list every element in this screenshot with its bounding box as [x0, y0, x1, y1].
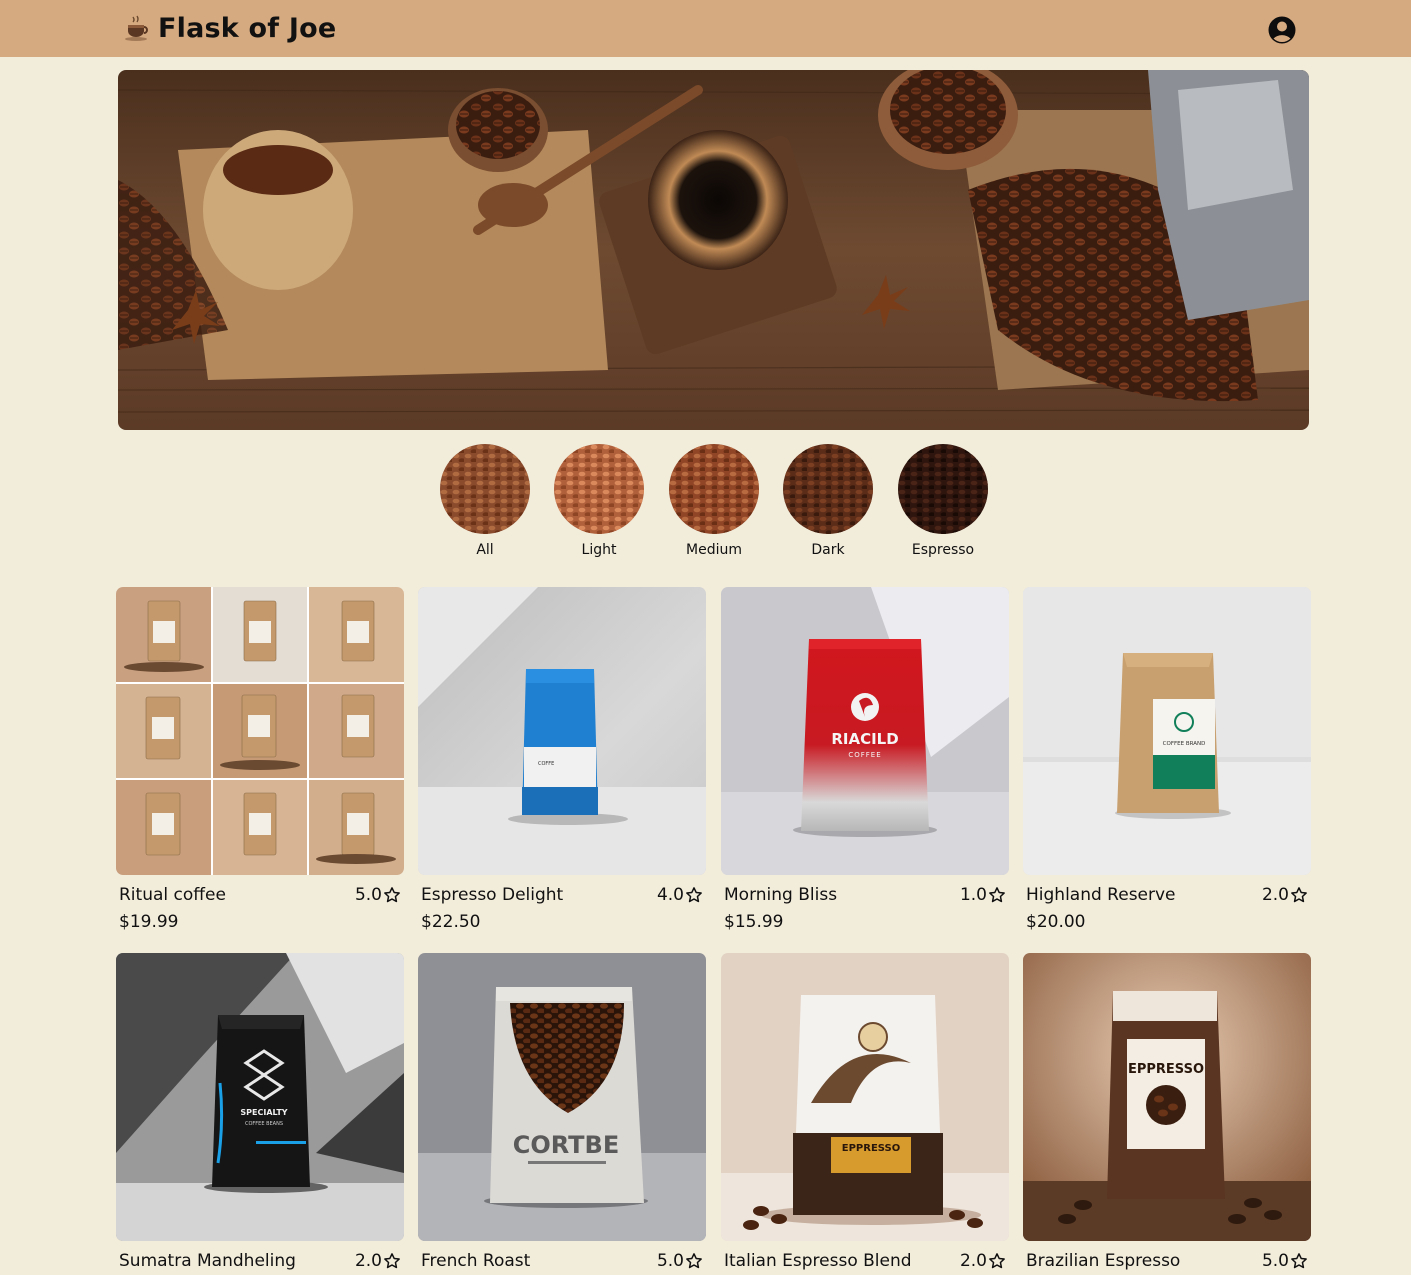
product-image-wave-bag: EPPRESSO [721, 953, 1009, 1241]
product-rating: 5.0 [1262, 1251, 1308, 1271]
product-card[interactable]: EPPRESSO Brazilian Espresso 5.0 [1023, 953, 1311, 1272]
product-name: Sumatra Mandheling [119, 1251, 296, 1271]
product-name: Brazilian Espresso [1026, 1251, 1181, 1271]
product-info-row: Morning Bliss 1.0 [721, 884, 1009, 906]
rating-value: 5.0 [656, 1251, 684, 1271]
roast-filter-bar: All Light Medium Dark Espresso [440, 444, 988, 560]
product-card[interactable]: Ritual coffee 5.0 $19.99 [116, 587, 404, 932]
product-rating: 4.0 [657, 885, 703, 905]
product-card[interactable]: CORTBE French Roast 5.0 [418, 953, 706, 1272]
product-image-brown-bag: EPPRESSO [1023, 953, 1311, 1241]
roast-filter-label: Dark [811, 542, 845, 558]
roast-filter-label: Espresso [911, 542, 975, 558]
product-card[interactable]: RIACILD COFFEE Morning Bliss 1.0 $15.99 [721, 587, 1009, 932]
product-info-row: Brazilian Espresso 5.0 [1023, 1250, 1311, 1272]
product-price: $19.99 [119, 912, 179, 932]
roast-filter-dark[interactable]: Dark [783, 444, 873, 558]
bag-label: EPPRESSO [1128, 1062, 1204, 1077]
product-card[interactable]: COFFE Espresso Delight 4.0 $22.50 [418, 587, 706, 932]
bag-label: COFFEE BRAND [1163, 741, 1206, 747]
star-icon [383, 886, 401, 904]
rating-value: 2.0 [354, 1251, 382, 1271]
star-icon [685, 1252, 703, 1270]
roast-filter-light[interactable]: Light [554, 444, 644, 558]
product-info-row: Highland Reserve 2.0 [1023, 884, 1311, 906]
product-image-red-bag: RIACILD COFFEE [721, 587, 1009, 875]
coffee-cup-icon [122, 13, 152, 43]
star-icon [383, 1252, 401, 1270]
rating-value: 1.0 [959, 885, 987, 905]
roast-dark-image [783, 444, 873, 534]
product-rating: 5.0 [657, 1251, 703, 1271]
product-info-row: Espresso Delight 4.0 [418, 884, 706, 906]
top-bar: Flask of Joe [0, 0, 1411, 57]
bag-label: CORTBE [513, 1131, 619, 1159]
product-image-black-bag: SPECIALTY COFFEE BEANS [116, 953, 404, 1241]
roast-filter-label: All [476, 542, 494, 558]
product-card[interactable]: EPPRESSO Italian Espresso Blend 2.0 [721, 953, 1009, 1272]
star-icon [685, 886, 703, 904]
product-price: $22.50 [421, 912, 481, 932]
product-price: $20.00 [1026, 912, 1086, 932]
product-image-kraft-green-bag: COFFEE BRAND [1023, 587, 1311, 875]
rating-value: 2.0 [959, 1251, 987, 1271]
coffee-beans-hero-image [118, 70, 1309, 430]
rating-value: 2.0 [1261, 885, 1289, 905]
roast-espresso-image [898, 444, 988, 534]
product-image-blue-bag: COFFE [418, 587, 706, 875]
rating-value: 4.0 [656, 885, 684, 905]
roast-filter-all[interactable]: All [440, 444, 530, 558]
roast-light-image [554, 444, 644, 534]
bag-label: COFFE [538, 761, 554, 767]
product-image-white-bag-window: CORTBE [418, 953, 706, 1241]
product-info-row: French Roast 5.0 [418, 1250, 706, 1272]
product-info-row: Ritual coffee 5.0 [116, 884, 404, 906]
roast-filter-label: Light [581, 542, 617, 558]
user-circle-icon[interactable] [1267, 15, 1297, 45]
product-price: $15.99 [724, 912, 784, 932]
product-info-row: Italian Espresso Blend 2.0 [721, 1250, 1009, 1272]
product-rating: 2.0 [355, 1251, 401, 1271]
bag-label: RIACILD [831, 730, 898, 748]
product-rating: 1.0 [960, 885, 1006, 905]
star-icon [1290, 1252, 1308, 1270]
product-name: Morning Bliss [724, 885, 838, 905]
product-info-row: Sumatra Mandheling 2.0 [116, 1250, 404, 1272]
roast-filter-medium[interactable]: Medium [669, 444, 759, 558]
product-name: Espresso Delight [421, 885, 564, 905]
star-icon [988, 886, 1006, 904]
bag-label: EPPRESSO [842, 1143, 900, 1154]
bag-label: SPECIALTY [240, 1108, 287, 1117]
product-card[interactable]: SPECIALTY COFFEE BEANS Sumatra Mandhelin… [116, 953, 404, 1272]
product-image-grid-of-bags [116, 587, 404, 875]
product-name: Ritual coffee [119, 885, 226, 905]
product-rating: 2.0 [960, 1251, 1006, 1271]
roast-filter-label: Medium [686, 542, 742, 558]
product-name: French Roast [421, 1251, 531, 1271]
star-icon [1290, 886, 1308, 904]
product-rating: 5.0 [355, 885, 401, 905]
roast-medium-image [669, 444, 759, 534]
bag-sublabel: COFFEE BEANS [245, 1121, 283, 1127]
product-rating: 2.0 [1262, 885, 1308, 905]
hero-banner [118, 70, 1309, 430]
rating-value: 5.0 [354, 885, 382, 905]
roast-all-image [440, 444, 530, 534]
rating-value: 5.0 [1261, 1251, 1289, 1271]
product-name: Highland Reserve [1026, 885, 1176, 905]
roast-filter-espresso[interactable]: Espresso [898, 444, 988, 558]
star-icon [988, 1252, 1006, 1270]
brand[interactable]: Flask of Joe [122, 10, 336, 46]
bag-sublabel: COFFEE [848, 751, 881, 759]
product-card[interactable]: COFFEE BRAND Highland Reserve 2.0 $20.00 [1023, 587, 1311, 932]
product-name: Italian Espresso Blend [724, 1251, 912, 1271]
page-title: Flask of Joe [158, 12, 337, 44]
